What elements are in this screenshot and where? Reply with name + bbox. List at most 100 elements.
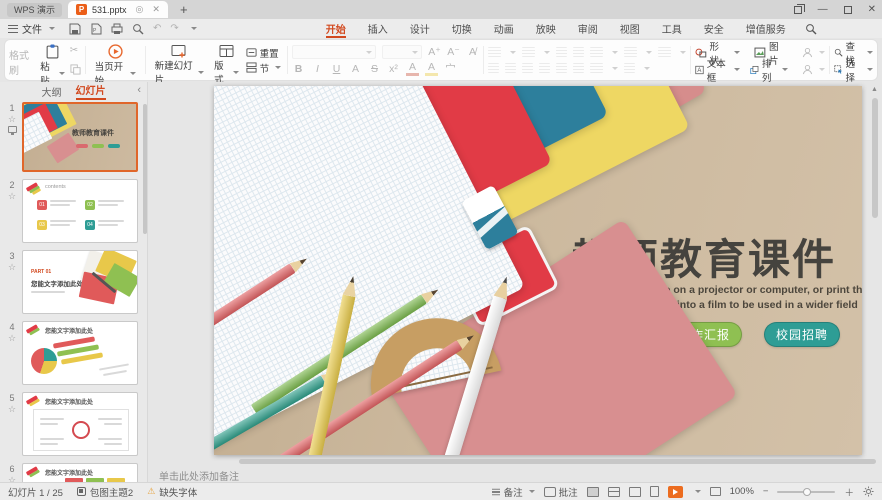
theme-button[interactable]: 包图主题2	[77, 485, 133, 499]
document-tab[interactable]: P 531.pptx ◎ ✕	[68, 1, 168, 18]
scroll-up-icon[interactable]: ▲	[871, 86, 878, 93]
superscript-button[interactable]: x²	[387, 63, 400, 75]
columns-icon[interactable]	[573, 63, 584, 73]
bullets-icon[interactable]	[488, 47, 501, 57]
justify-icon[interactable]	[539, 63, 550, 73]
avatar-button[interactable]	[802, 45, 825, 60]
shadow-button[interactable]: A	[349, 63, 362, 75]
vertical-scroll-thumb[interactable]	[872, 98, 878, 218]
tab-tools[interactable]: 工具	[651, 19, 693, 38]
undo-icon[interactable]: ↶	[153, 23, 161, 34]
file-menu-button[interactable]: 文件	[0, 21, 63, 36]
zoom-slider-handle[interactable]	[803, 488, 811, 496]
star-icon[interactable]: ☆	[8, 263, 16, 272]
close-button[interactable]: ✕	[868, 5, 876, 15]
distribute-icon[interactable]	[556, 63, 567, 73]
reading-view-icon[interactable]	[629, 487, 641, 497]
textbox-button[interactable]: A 文本框	[695, 62, 740, 77]
vertical-scrollbar[interactable]: ▲	[870, 84, 880, 478]
slide-canvas[interactable]: 教师教育课件 The user can demonstrate on a pro…	[214, 86, 862, 455]
star-icon[interactable]: ☆	[8, 192, 16, 201]
qat-more-icon[interactable]	[191, 27, 197, 30]
copy-icon[interactable]	[70, 64, 81, 75]
zoom-out-button[interactable]: −	[763, 486, 769, 497]
tab-design[interactable]: 设计	[399, 19, 441, 38]
tab-close-icon[interactable]: ✕	[152, 4, 160, 15]
bold-button[interactable]: B	[292, 63, 305, 75]
star-icon[interactable]: ☆	[8, 405, 16, 414]
align-left-icon[interactable]	[488, 63, 499, 73]
select-button[interactable]: 选择	[834, 62, 873, 77]
slide-thumbnail-5[interactable]: 您能文字添加此处	[22, 392, 138, 456]
maximize-button[interactable]	[844, 6, 852, 14]
horizontal-scrollbar[interactable]	[229, 459, 876, 464]
slideshow-play-button[interactable]	[668, 486, 683, 498]
new-tab-button[interactable]: +	[180, 3, 188, 16]
slide-thumbnail-1[interactable]: 教师教育课件	[22, 102, 138, 172]
fit-slide-icon[interactable]	[710, 487, 721, 496]
search-icon[interactable]	[805, 23, 817, 35]
text-direction-icon[interactable]	[590, 47, 603, 57]
font-color-button[interactable]: A	[406, 61, 419, 76]
zoom-slider[interactable]	[777, 491, 835, 493]
tab-review[interactable]: 审阅	[567, 19, 609, 38]
slide-sorter-icon[interactable]	[608, 487, 620, 497]
minimize-button[interactable]: —	[818, 5, 828, 15]
numbering-icon[interactable]	[522, 47, 535, 57]
notes-toggle[interactable]: 备注	[491, 485, 535, 499]
star-icon[interactable]: ☆	[8, 334, 16, 343]
format-painter-button[interactable]: 格式刷	[9, 43, 35, 77]
missing-font-button[interactable]: ⚠ 缺失字体	[147, 485, 197, 499]
normal-view-icon[interactable]	[587, 487, 599, 497]
layout-switch-icon[interactable]	[794, 6, 802, 14]
eye-protect-icon[interactable]	[863, 486, 874, 497]
phone-mirror-icon[interactable]	[650, 486, 659, 497]
zoom-in-button[interactable]: ＋	[844, 485, 854, 499]
arrange-button[interactable]: 排列	[750, 62, 788, 77]
app-menu-button[interactable]: WPS 演示	[7, 3, 62, 17]
increase-indent-icon[interactable]	[573, 47, 584, 57]
tab-animation[interactable]: 动画	[483, 19, 525, 38]
tab-view[interactable]: 视图	[609, 19, 651, 38]
horizontal-scroll-thumb[interactable]	[239, 459, 876, 464]
paragraph-settings-icon[interactable]	[658, 47, 671, 57]
play-options-icon[interactable]	[695, 490, 701, 493]
pill-button-campus-recruit[interactable]: 校园招聘	[764, 322, 840, 347]
tab-slides[interactable]: 幻灯片	[76, 82, 106, 100]
slide-thumbnail-2[interactable]: contents 01 02 03 04	[22, 179, 138, 243]
print-icon[interactable]	[111, 23, 123, 35]
slide-thumbnail-4[interactable]: 您能文字添加此处	[22, 321, 138, 385]
strikethrough-button[interactable]: S	[368, 63, 381, 75]
tab-slideshow[interactable]: 放映	[525, 19, 567, 38]
star-icon[interactable]: ☆	[8, 115, 16, 124]
smartart-icon[interactable]	[590, 63, 603, 73]
decrease-indent-icon[interactable]	[556, 47, 567, 57]
paste-button[interactable]: 粘贴	[35, 43, 70, 77]
collapse-panel-icon[interactable]: ‹	[137, 84, 141, 96]
tab-outline[interactable]: 大纲	[42, 84, 62, 99]
tab-insert[interactable]: 插入	[357, 19, 399, 38]
avatar-button-2[interactable]	[802, 62, 825, 77]
increase-font-icon[interactable]: A⁺	[428, 46, 441, 58]
print-preview-icon[interactable]	[132, 23, 144, 35]
notes-placeholder[interactable]: 单击此处添加备注	[159, 468, 239, 483]
export-pdf-icon[interactable]: P	[90, 23, 102, 35]
play-from-current-button[interactable]: 当页开始	[90, 43, 141, 77]
align-center-icon[interactable]	[505, 63, 516, 73]
reset-button[interactable]: 重置	[246, 45, 282, 60]
slide-thumbnail-6[interactable]: 您能文字添加此处	[22, 463, 138, 482]
rotate-text-icon[interactable]	[624, 63, 635, 73]
section-button[interactable]: 节	[246, 60, 282, 75]
tab-sync-icon[interactable]: ◎	[136, 4, 144, 15]
comments-toggle[interactable]: 批注	[544, 485, 578, 499]
highlight-button[interactable]: A	[425, 61, 438, 76]
layout-button[interactable]: 版式	[209, 43, 244, 77]
tab-transition[interactable]: 切换	[441, 19, 483, 38]
decrease-font-icon[interactable]: A⁻	[447, 46, 460, 58]
save-icon[interactable]	[69, 23, 81, 35]
redo-icon[interactable]: ↷	[170, 23, 178, 34]
new-slide-button[interactable]: 新建幻灯片	[150, 43, 209, 77]
align-right-icon[interactable]	[522, 63, 533, 73]
slide-thumbnail-3[interactable]: PART 01 您能文字添加此处	[22, 250, 138, 314]
panel-scrollbar[interactable]	[143, 104, 147, 234]
